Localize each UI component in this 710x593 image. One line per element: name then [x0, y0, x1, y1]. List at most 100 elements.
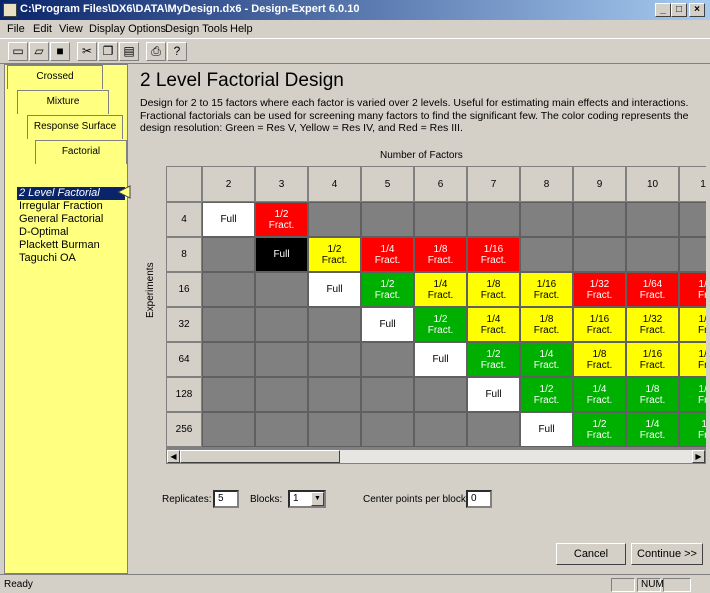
design-cell[interactable]: 1/4 Fract.: [520, 342, 573, 377]
grid-horizontal-scrollbar[interactable]: ◀ ▶: [166, 449, 706, 464]
design-cell[interactable]: Full: [361, 307, 414, 342]
tab-mixture[interactable]: Mixture: [17, 90, 109, 114]
list-item-d-optimal[interactable]: D-Optimal: [17, 226, 125, 239]
minimize-button[interactable]: _: [655, 3, 671, 17]
design-cell[interactable]: 1/4 Fract.: [414, 272, 467, 307]
design-cell: [361, 377, 414, 412]
design-cell[interactable]: Full: [308, 272, 361, 307]
row-header-runs-128: 128: [166, 377, 202, 412]
design-cell[interactable]: Full: [202, 202, 255, 237]
design-cell[interactable]: Full: [414, 342, 467, 377]
design-cell[interactable]: 1/1 Fra: [679, 377, 706, 412]
tab-crossed[interactable]: Crossed: [7, 65, 103, 89]
column-header-factors-2: 2: [202, 166, 255, 202]
design-cell[interactable]: 1/4 Fract.: [361, 237, 414, 272]
list-item-irregular-fraction[interactable]: Irregular Fraction: [17, 200, 125, 213]
design-cell[interactable]: 1/8 Fract.: [467, 272, 520, 307]
design-cell[interactable]: 1/4 Fract.: [573, 377, 626, 412]
scroll-left-button[interactable]: ◀: [167, 450, 180, 463]
design-cell: [573, 237, 626, 272]
design-cell[interactable]: Full: [255, 237, 308, 272]
design-cell[interactable]: 1/8 Fract.: [520, 307, 573, 342]
list-item-2-level-factorial[interactable]: 2 Level Factorial: [17, 187, 125, 200]
title-bar: C:\Program Files\DX6\DATA\MyDesign.dx6 -…: [0, 0, 710, 20]
scroll-right-button[interactable]: ▶: [692, 450, 705, 463]
design-cell: [308, 342, 361, 377]
column-header-factors-5: 5: [361, 166, 414, 202]
center-points-label: Center points per block:: [363, 494, 469, 505]
menu-design-tools[interactable]: Design Tools: [165, 23, 228, 35]
cancel-button[interactable]: Cancel: [556, 543, 626, 565]
status-bar: Ready NUM: [0, 574, 710, 593]
tab-factorial[interactable]: Factorial: [35, 140, 127, 164]
save-icon[interactable]: ■: [50, 42, 70, 61]
design-cell: [255, 412, 308, 447]
design-cell[interactable]: 1/16 Fract.: [626, 342, 679, 377]
copy-icon[interactable]: ❐: [98, 42, 118, 61]
list-item-plackett-burman[interactable]: Plackett Burman: [17, 239, 125, 252]
list-item-general-factorial[interactable]: General Factorial: [17, 213, 125, 226]
design-cell[interactable]: 1/64 Fract.: [626, 272, 679, 307]
design-cell[interactable]: 1/16 Fract.: [573, 307, 626, 342]
design-cell[interactable]: 1/8 Fract.: [414, 237, 467, 272]
menu-view[interactable]: View: [59, 23, 83, 35]
design-cell[interactable]: 1/32 Fract.: [626, 307, 679, 342]
design-cell[interactable]: 1/32 Fract.: [573, 272, 626, 307]
tab-response-surface[interactable]: Response Surface: [27, 115, 123, 139]
design-cell[interactable]: Full: [520, 412, 573, 447]
paste-icon[interactable]: ▤: [119, 42, 139, 61]
list-item-taguchi-oa[interactable]: Taguchi OA: [17, 252, 125, 265]
chevron-down-icon[interactable]: ▼: [311, 492, 324, 506]
cut-icon[interactable]: ✂: [77, 42, 97, 61]
design-cell[interactable]: 1/16 Fract.: [467, 237, 520, 272]
design-cell[interactable]: 1/2 Fract.: [255, 202, 308, 237]
design-cell: [202, 237, 255, 272]
row-header-runs-4: 4: [166, 202, 202, 237]
design-cell[interactable]: 1/1 Fra: [679, 272, 706, 307]
menu-edit[interactable]: Edit: [33, 23, 52, 35]
pointer-arrow-icon: [117, 185, 131, 199]
design-cell: [361, 202, 414, 237]
replicates-label: Replicates:: [162, 494, 212, 505]
design-cell[interactable]: 1/8 Fract.: [626, 377, 679, 412]
toolbar: ▭ ▱ ■ ✂ ❐ ▤ ⎙ ?: [0, 38, 710, 64]
design-cell[interactable]: 1/16 Fract.: [520, 272, 573, 307]
menu-display-options[interactable]: Display Options: [89, 23, 166, 35]
design-cell[interactable]: 1/2 Fract.: [467, 342, 520, 377]
design-cell[interactable]: 1/2 Fract.: [573, 412, 626, 447]
design-cell: [626, 202, 679, 237]
print-icon[interactable]: ⎙: [146, 42, 166, 61]
replicates-input[interactable]: 5: [213, 490, 239, 508]
design-cell: [679, 237, 706, 272]
help-icon[interactable]: ?: [167, 42, 187, 61]
center-points-input[interactable]: 0: [466, 490, 492, 508]
x-axis-label: Number of Factors: [380, 150, 463, 161]
close-button[interactable]: ×: [689, 3, 705, 17]
continue-button[interactable]: Continue >>: [631, 543, 703, 565]
new-icon[interactable]: ▭: [8, 42, 28, 61]
design-cell[interactable]: 1/2 Fract.: [520, 377, 573, 412]
design-cell[interactable]: 1/ Fra: [679, 412, 706, 447]
design-cell[interactable]: 1/3 Fra: [679, 342, 706, 377]
design-cell[interactable]: 1/4 Fract.: [626, 412, 679, 447]
scroll-thumb[interactable]: [180, 450, 340, 463]
design-cell[interactable]: Full: [467, 377, 520, 412]
menu-help[interactable]: Help: [230, 23, 253, 35]
design-cell[interactable]: 1/2 Fract.: [414, 307, 467, 342]
design-cell: [255, 342, 308, 377]
menu-file[interactable]: File: [7, 23, 25, 35]
design-cell[interactable]: 1/2 Fract.: [308, 237, 361, 272]
blocks-select[interactable]: 1 ▼: [288, 490, 326, 508]
design-cell[interactable]: 1/2 Fract.: [361, 272, 414, 307]
design-cell[interactable]: 1/4 Fract.: [467, 307, 520, 342]
open-icon[interactable]: ▱: [29, 42, 49, 61]
num-lock-indicator: NUM: [637, 578, 664, 592]
design-description: Design for 2 to 15 factors where each fa…: [140, 97, 689, 134]
design-cell[interactable]: 1/6 Fra: [679, 307, 706, 342]
y-axis-label: Experiments: [145, 262, 156, 318]
maximize-button[interactable]: □: [671, 3, 687, 17]
design-cell[interactable]: 1/8 Fract.: [573, 342, 626, 377]
row-header-runs-16: 16: [166, 272, 202, 307]
design-cell: [308, 412, 361, 447]
design-cell: [202, 342, 255, 377]
